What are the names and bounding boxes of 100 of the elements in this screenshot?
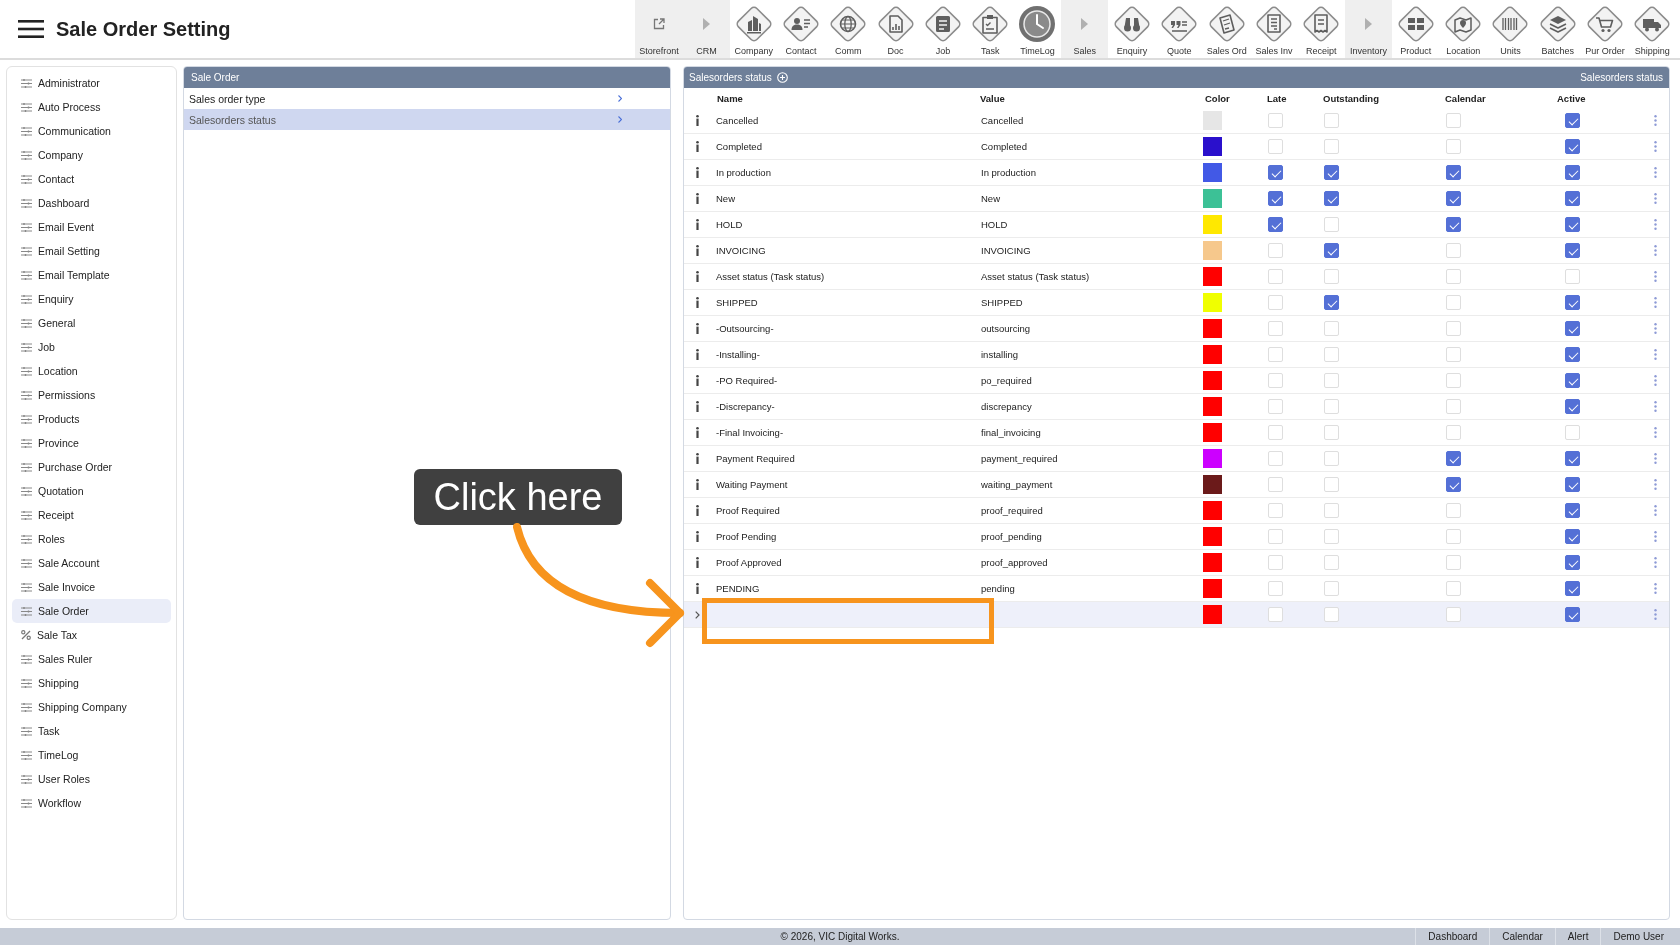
sidebar-item[interactable]: Dashboard [12,191,171,215]
info-icon[interactable] [695,531,699,542]
checkbox[interactable] [1324,295,1339,310]
sidebar-item[interactable]: Shipping Company [12,695,171,719]
footer-link[interactable]: Demo User [1600,928,1676,945]
footer-link[interactable]: Dashboard [1415,928,1490,945]
more-options-icon[interactable] [1653,167,1657,178]
sidebar-item[interactable]: Communication [12,119,171,143]
sidebar-item[interactable]: Permissions [12,383,171,407]
sidebar-item[interactable]: Job [12,335,171,359]
info-icon[interactable] [695,115,699,126]
info-icon[interactable] [695,297,699,308]
color-swatch[interactable] [1203,293,1222,312]
checkbox[interactable] [1268,217,1283,232]
sidebar-item[interactable]: Shipping [12,671,171,695]
more-options-icon[interactable] [1653,349,1657,360]
table-row[interactable]: Payment Required payment_required [684,446,1669,472]
sidebar-item[interactable]: General [12,311,171,335]
info-icon[interactable] [695,583,699,594]
more-options-icon[interactable] [1653,323,1657,334]
more-options-icon[interactable] [1653,219,1657,230]
info-icon[interactable] [695,323,699,334]
table-row[interactable]: -Final Invoicing- final_invoicing [684,420,1669,446]
more-options-icon[interactable] [1653,115,1657,126]
sidebar-item[interactable]: Administrator [12,71,171,95]
info-icon[interactable] [695,141,699,152]
table-row[interactable]: HOLD HOLD [684,212,1669,238]
table-row[interactable]: In production In production [684,160,1669,186]
table-row[interactable]: INVOICING INVOICING [684,238,1669,264]
info-icon[interactable] [695,349,699,360]
color-swatch[interactable] [1203,397,1222,416]
info-icon[interactable] [695,505,699,516]
more-options-icon[interactable] [1653,505,1657,516]
table-row[interactable] [684,602,1669,628]
color-swatch[interactable] [1203,605,1222,624]
sidebar-item[interactable]: Email Template [12,263,171,287]
info-icon[interactable] [695,375,699,386]
more-options-icon[interactable] [1653,271,1657,282]
table-row[interactable]: SHIPPED SHIPPED [684,290,1669,316]
sidebar-item[interactable]: Task [12,719,171,743]
checkbox[interactable] [1565,295,1580,310]
sidebar-item[interactable]: Company [12,143,171,167]
more-options-icon[interactable] [1653,245,1657,256]
color-swatch[interactable] [1203,345,1222,364]
checkbox[interactable] [1446,217,1461,232]
section-button[interactable]: CRM [682,0,731,58]
checkbox[interactable] [1446,477,1461,492]
sidebar-item[interactable]: Email Setting [12,239,171,263]
checkbox[interactable] [1565,529,1580,544]
table-row[interactable]: Completed Completed [684,134,1669,160]
info-icon[interactable] [695,401,699,412]
sidebar-item[interactable]: Sale Account [12,551,171,575]
info-icon[interactable] [695,271,699,282]
add-icon[interactable] [776,72,788,83]
sidebar-item[interactable]: TimeLog [12,743,171,767]
color-swatch[interactable] [1203,319,1222,338]
table-row[interactable]: New New [684,186,1669,212]
info-icon[interactable] [695,427,699,438]
table-row[interactable]: Proof Required proof_required [684,498,1669,524]
sidebar-item[interactable]: Enquiry [12,287,171,311]
checkbox[interactable] [1565,451,1580,466]
table-row[interactable]: Waiting Payment waiting_payment [684,472,1669,498]
sidebar-item[interactable]: User Roles [12,767,171,791]
color-swatch[interactable] [1203,189,1222,208]
color-swatch[interactable] [1203,111,1222,130]
checkbox[interactable] [1565,503,1580,518]
checkbox[interactable] [1565,555,1580,570]
color-swatch[interactable] [1203,527,1222,546]
table-row[interactable]: -Installing- installing [684,342,1669,368]
info-icon[interactable] [695,453,699,464]
checkbox[interactable] [1446,165,1461,180]
sidebar-item[interactable]: Receipt [12,503,171,527]
sidebar-item[interactable]: Location [12,359,171,383]
color-swatch[interactable] [1203,137,1222,156]
info-icon[interactable] [695,245,699,256]
checkbox[interactable] [1565,139,1580,154]
color-swatch[interactable] [1203,501,1222,520]
more-options-icon[interactable] [1653,557,1657,568]
table-row[interactable]: -Outsourcing- outsourcing [684,316,1669,342]
color-swatch[interactable] [1203,553,1222,572]
more-options-icon[interactable] [1653,141,1657,152]
color-swatch[interactable] [1203,449,1222,468]
checkbox[interactable] [1565,347,1580,362]
color-swatch[interactable] [1203,163,1222,182]
checkbox[interactable] [1565,581,1580,596]
toolbar-button[interactable]: Storefront [635,0,683,58]
more-options-icon[interactable] [1653,479,1657,490]
sidebar-item[interactable]: Sale Order [12,599,171,623]
section-button[interactable]: Sales [1061,0,1109,58]
checkbox[interactable] [1565,243,1580,258]
info-icon[interactable] [695,193,699,204]
sidebar-item[interactable]: Province [12,431,171,455]
checkbox[interactable] [1324,165,1339,180]
sidebar-item[interactable]: Roles [12,527,171,551]
color-swatch[interactable] [1203,579,1222,598]
table-row[interactable]: Proof Pending proof_pending [684,524,1669,550]
more-options-icon[interactable] [1653,193,1657,204]
sidebar-item[interactable]: Email Event [12,215,171,239]
sidebar-item[interactable]: Purchase Order [12,455,171,479]
more-options-icon[interactable] [1653,609,1657,620]
